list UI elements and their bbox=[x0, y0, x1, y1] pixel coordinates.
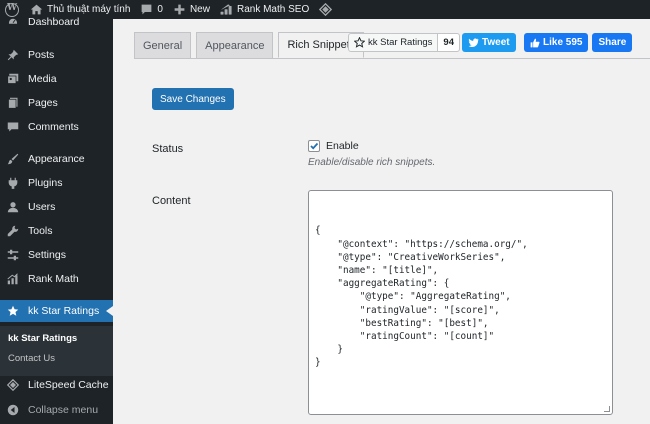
media-icon bbox=[7, 73, 19, 85]
tweet-button[interactable]: Tweet bbox=[462, 33, 516, 52]
menu-tools[interactable]: Tools bbox=[0, 220, 113, 242]
facebook-share-button[interactable]: Share bbox=[592, 33, 633, 52]
new-content-link[interactable]: New bbox=[168, 0, 215, 19]
star-outline-icon bbox=[354, 37, 365, 48]
menu-posts-label: Posts bbox=[28, 49, 55, 61]
star-icon bbox=[7, 305, 19, 317]
menu-plugins[interactable]: Plugins bbox=[0, 172, 113, 194]
save-changes-button[interactable]: Save Changes bbox=[152, 88, 234, 110]
resize-handle-icon[interactable] bbox=[604, 406, 610, 412]
comments-count: 0 bbox=[157, 4, 163, 15]
menu-tools-label: Tools bbox=[28, 225, 53, 237]
menu-kk-star-ratings-label: kk Star Ratings bbox=[28, 305, 100, 317]
collapse-menu-button[interactable]: Collapse menu bbox=[0, 399, 113, 421]
tweet-label: Tweet bbox=[482, 37, 510, 48]
menu-rank-math-label: Rank Math bbox=[28, 273, 79, 285]
menu-users-label: Users bbox=[28, 201, 56, 213]
menu-pages-label: Pages bbox=[28, 97, 58, 109]
rank-math-link[interactable]: Rank Math SEO bbox=[215, 0, 314, 19]
facebook-like-button[interactable]: Like 595 bbox=[524, 33, 589, 52]
github-star-widget: kk Star Ratings 94 bbox=[348, 33, 460, 52]
litespeed-admin-link[interactable] bbox=[314, 0, 341, 19]
collapse-menu-label: Collapse menu bbox=[28, 404, 99, 416]
status-description: Enable/disable rich snippets. bbox=[308, 157, 436, 168]
checkmark-icon bbox=[310, 142, 319, 150]
content-code: { "@context": "https://schema.org/", "@t… bbox=[315, 225, 528, 369]
paintbrush-icon bbox=[7, 153, 19, 165]
menu-litespeed-cache[interactable]: LiteSpeed Cache bbox=[0, 374, 113, 396]
status-label: Status bbox=[152, 143, 184, 155]
collapse-arrow-icon bbox=[7, 404, 19, 416]
plug-icon bbox=[7, 177, 19, 189]
menu-litespeed-cache-label: LiteSpeed Cache bbox=[28, 379, 109, 391]
menu-dashboard[interactable]: Dashboard bbox=[0, 11, 113, 33]
menu-comments-label: Comments bbox=[28, 121, 79, 133]
rank-math-chart-icon bbox=[7, 273, 19, 285]
menu-rank-math[interactable]: Rank Math bbox=[0, 268, 113, 290]
menu-pages[interactable]: Pages bbox=[0, 92, 113, 114]
menu-users[interactable]: Users bbox=[0, 196, 113, 218]
menu-media-label: Media bbox=[28, 73, 57, 85]
plus-icon bbox=[173, 3, 186, 16]
tabs-divider bbox=[134, 58, 650, 59]
pages-icon bbox=[7, 97, 19, 109]
twitter-bird-icon bbox=[468, 38, 479, 47]
github-star-button[interactable]: kk Star Ratings 94 bbox=[348, 33, 460, 52]
content-textarea[interactable]: { "@context": "https://schema.org/", "@t… bbox=[308, 190, 613, 415]
menu-appearance[interactable]: Appearance bbox=[0, 148, 113, 170]
menu-posts[interactable]: Posts bbox=[0, 44, 113, 66]
menu-appearance-label: Appearance bbox=[28, 153, 85, 165]
submenu-kk-star-ratings[interactable]: kk Star Ratings bbox=[8, 333, 77, 344]
menu-settings-label: Settings bbox=[28, 249, 66, 261]
user-icon bbox=[7, 201, 19, 213]
admin-sidebar: Dashboard Posts Media Pages Comments App… bbox=[0, 16, 113, 424]
thumbs-up-icon bbox=[530, 38, 540, 47]
main-content: General Appearance Rich Snippets kk Star… bbox=[113, 19, 650, 424]
github-star-count: 94 bbox=[438, 34, 459, 51]
menu-kk-star-ratings[interactable]: kk Star Ratings bbox=[0, 300, 113, 322]
rank-math-icon bbox=[220, 3, 233, 16]
litespeed-icon bbox=[7, 379, 19, 391]
settings-sliders-icon bbox=[7, 249, 19, 261]
tab-general[interactable]: General bbox=[134, 32, 192, 58]
content-label: Content bbox=[152, 195, 191, 207]
facebook-like-label: Like 595 bbox=[543, 37, 583, 48]
tab-appearance[interactable]: Appearance bbox=[196, 32, 274, 58]
facebook-widget: Like 595 Share bbox=[524, 33, 633, 52]
comments-link[interactable]: 0 bbox=[135, 0, 168, 19]
enable-checkbox[interactable] bbox=[308, 140, 320, 152]
github-star-label: kk Star Ratings bbox=[368, 37, 433, 48]
settings-tabs: General Appearance Rich Snippets bbox=[134, 32, 369, 58]
wrench-icon bbox=[7, 225, 19, 237]
menu-plugins-label: Plugins bbox=[28, 177, 63, 189]
tweet-widget: Tweet bbox=[462, 33, 516, 52]
new-label: New bbox=[189, 4, 210, 15]
menu-media[interactable]: Media bbox=[0, 68, 113, 90]
dashboard-icon bbox=[7, 16, 19, 28]
litespeed-diamond-icon bbox=[319, 2, 333, 17]
rank-math-label: Rank Math SEO bbox=[236, 4, 310, 15]
comment-bubble-icon bbox=[140, 3, 153, 16]
kk-star-ratings-submenu: kk Star Ratings Contact Us bbox=[0, 326, 113, 376]
pushpin-icon bbox=[7, 49, 19, 61]
menu-settings[interactable]: Settings bbox=[0, 244, 113, 266]
menu-comments[interactable]: Comments bbox=[0, 116, 113, 138]
menu-dashboard-label: Dashboard bbox=[28, 16, 80, 28]
comments-icon bbox=[7, 121, 19, 133]
enable-checkbox-label[interactable]: Enable bbox=[326, 140, 359, 152]
submenu-contact-us[interactable]: Contact Us bbox=[8, 353, 55, 364]
